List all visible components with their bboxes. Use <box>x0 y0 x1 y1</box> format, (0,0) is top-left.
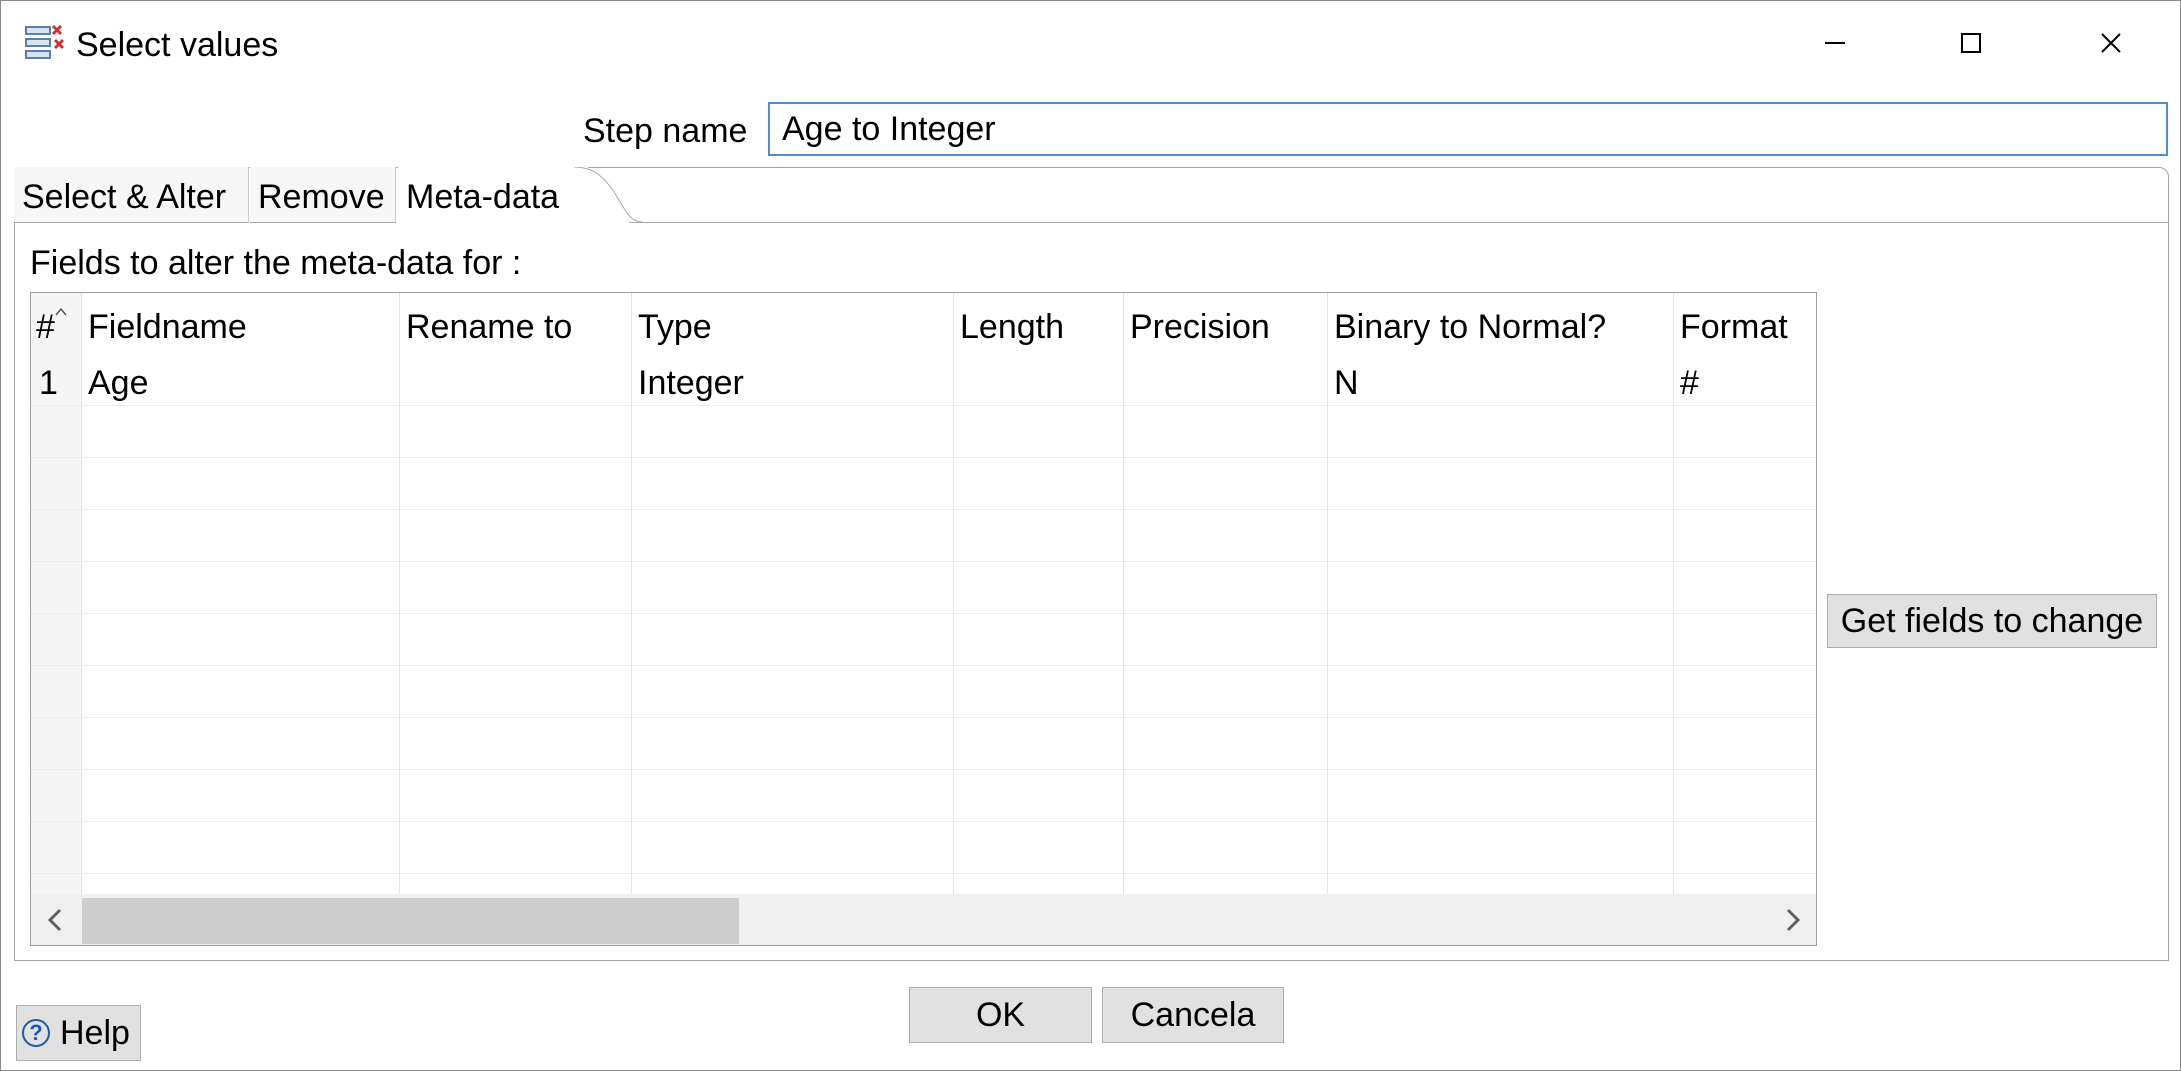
maximize-icon <box>1961 33 1981 53</box>
select-values-icon <box>25 24 65 59</box>
row-divider <box>31 665 1816 666</box>
minimize-icon <box>1825 42 1845 44</box>
maximize-button[interactable] <box>1941 21 2001 65</box>
help-button[interactable]: ? Help <box>16 1005 141 1061</box>
sort-caret-icon <box>55 307 67 316</box>
column-divider <box>1123 293 1124 894</box>
cell-type[interactable]: Integer <box>638 361 744 405</box>
cell-format[interactable]: # <box>1680 361 1699 405</box>
window-title: Select values <box>76 26 279 64</box>
horizontal-scrollbar[interactable] <box>31 894 1816 945</box>
row-divider <box>31 613 1816 614</box>
tab-select-alter[interactable]: Select & Alter <box>14 167 249 223</box>
column-divider <box>631 293 632 894</box>
scroll-right-icon[interactable] <box>1783 906 1803 934</box>
column-header-number[interactable]: # <box>36 305 55 349</box>
row-divider <box>31 821 1816 822</box>
help-icon: ? <box>22 1019 50 1047</box>
scroll-left-icon[interactable] <box>45 906 65 934</box>
column-header-length[interactable]: Length <box>960 305 1064 349</box>
row-divider <box>31 405 1816 406</box>
scrollbar-thumb[interactable] <box>82 898 739 944</box>
tab-strip: Select & Alter Remove Meta-data <box>14 167 2169 223</box>
select-values-dialog: Select values Step name Select & Alter R… <box>0 0 2181 1071</box>
help-label: Help <box>60 1014 130 1052</box>
column-divider <box>953 293 954 894</box>
column-header-type[interactable]: Type <box>638 305 712 349</box>
step-name-input[interactable] <box>768 102 2168 156</box>
minimize-button[interactable] <box>1805 21 1865 65</box>
metadata-table[interactable]: # Fieldname Rename to Type Length Precis… <box>30 292 1817 946</box>
cell-fieldname[interactable]: Age <box>88 361 149 405</box>
column-header-binary-to-normal[interactable]: Binary to Normal? <box>1334 305 1606 349</box>
tab-curve-decoration <box>574 167 643 223</box>
column-header-format[interactable]: Format <box>1680 305 1788 349</box>
row-divider <box>31 561 1816 562</box>
row-divider <box>31 769 1816 770</box>
close-button[interactable] <box>2081 21 2141 65</box>
column-divider <box>399 293 400 894</box>
ok-button[interactable]: OK <box>909 987 1092 1043</box>
column-divider <box>1327 293 1328 894</box>
title-bar[interactable]: Select values <box>1 1 2180 87</box>
row-divider <box>31 457 1816 458</box>
fields-section-label: Fields to alter the meta-data for : <box>30 244 522 282</box>
column-header-precision[interactable]: Precision <box>1130 305 1270 349</box>
get-fields-to-change-button[interactable]: Get fields to change <box>1827 594 2157 648</box>
cancel-button[interactable]: Cancela <box>1102 987 1284 1043</box>
row-divider <box>31 717 1816 718</box>
row-divider <box>31 509 1816 510</box>
column-header-rename-to[interactable]: Rename to <box>406 305 572 349</box>
column-header-fieldname[interactable]: Fieldname <box>88 305 247 349</box>
column-divider <box>81 293 82 894</box>
tab-meta-data[interactable]: Meta-data <box>398 167 588 223</box>
close-icon <box>2101 33 2121 53</box>
row-number: 1 <box>39 364 58 402</box>
cell-binary-to-normal[interactable]: N <box>1334 361 1359 405</box>
tab-divider <box>629 222 2169 223</box>
row-divider <box>31 873 1816 874</box>
tab-remove[interactable]: Remove <box>250 167 396 223</box>
step-name-label: Step name <box>583 112 748 150</box>
column-divider <box>1673 293 1674 894</box>
